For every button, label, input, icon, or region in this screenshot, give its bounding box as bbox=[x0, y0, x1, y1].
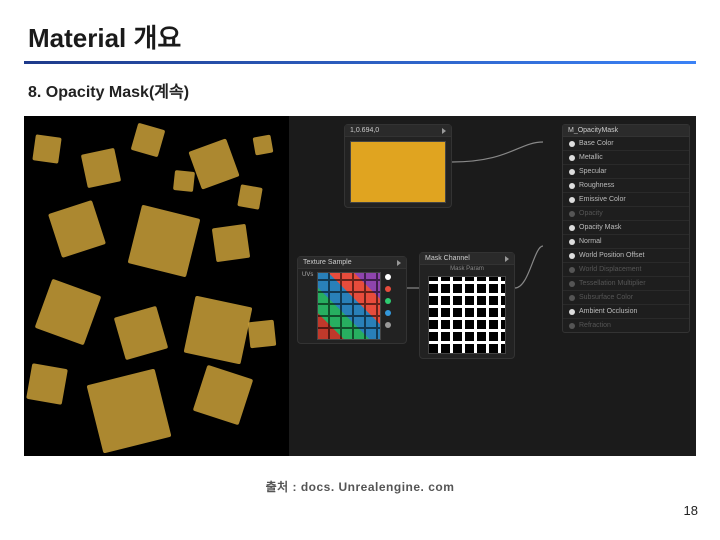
material-input-row[interactable]: Opacity Mask bbox=[563, 221, 689, 235]
item-title: Opacity Mask(계속) bbox=[46, 84, 189, 101]
mask-node-title: Mask Channel bbox=[425, 255, 470, 262]
material-input-row[interactable]: Emissive Color bbox=[563, 193, 689, 207]
preview-cube bbox=[26, 363, 68, 405]
preview-cube bbox=[131, 123, 166, 158]
material-input-row[interactable]: Refraction bbox=[563, 319, 689, 332]
preview-cube bbox=[32, 134, 61, 163]
material-input-row[interactable]: Subsurface Color bbox=[563, 291, 689, 305]
preview-cube bbox=[248, 320, 277, 349]
input-pin[interactable] bbox=[569, 323, 575, 329]
output-pin-g[interactable] bbox=[385, 298, 391, 304]
input-pin[interactable] bbox=[569, 211, 575, 217]
output-pin-r[interactable] bbox=[385, 286, 391, 292]
material-input-row[interactable]: World Displacement bbox=[563, 263, 689, 277]
material-input-label: Subsurface Color bbox=[579, 294, 633, 301]
material-input-label: Base Color bbox=[579, 140, 614, 147]
page-number: 18 bbox=[684, 503, 698, 518]
input-pin[interactable] bbox=[569, 267, 575, 273]
preview-cube bbox=[48, 200, 106, 258]
mask-node-caption: Mask Param bbox=[420, 265, 514, 274]
color-node-label: 1,0.694,0 bbox=[350, 127, 379, 134]
input-pin[interactable] bbox=[569, 141, 575, 147]
preview-cube bbox=[114, 306, 168, 360]
texture-sample-node[interactable]: Texture Sample UVs bbox=[297, 256, 407, 344]
material-input-row[interactable]: Specular bbox=[563, 165, 689, 179]
input-pin[interactable] bbox=[569, 281, 575, 287]
input-pin[interactable] bbox=[569, 253, 575, 259]
title-underline bbox=[24, 61, 696, 64]
source-attribution: 출처 : docs. Unrealengine. com bbox=[0, 478, 720, 495]
material-input-label: Specular bbox=[579, 168, 607, 175]
preview-cube bbox=[212, 224, 250, 262]
preview-cube bbox=[253, 135, 274, 156]
output-pin-a[interactable] bbox=[385, 322, 391, 328]
material-output-node[interactable]: M_OpacityMask Base Color Metallic Specular… bbox=[562, 124, 690, 333]
item-number: 8. bbox=[28, 84, 41, 101]
material-input-row[interactable]: Tessellation Multiplier bbox=[563, 277, 689, 291]
material-input-label: Refraction bbox=[579, 322, 611, 329]
preview-cube bbox=[188, 138, 239, 189]
preview-cube bbox=[237, 184, 262, 209]
node-collapse-icon[interactable] bbox=[397, 260, 401, 266]
material-input-label: Metallic bbox=[579, 154, 603, 161]
material-input-label: Ambient Occlusion bbox=[579, 308, 637, 315]
material-input-row[interactable]: Roughness bbox=[563, 179, 689, 193]
input-pin[interactable] bbox=[569, 155, 575, 161]
material-input-label: World Position Offset bbox=[579, 252, 645, 259]
preview-cube bbox=[193, 365, 253, 425]
content-screenshot: 1,0.694,0 Texture Sample UVs bbox=[24, 116, 696, 456]
slide-title: Material 개요 bbox=[0, 0, 720, 61]
texture-input-uvs[interactable]: UVs bbox=[302, 272, 313, 278]
texture-preview-thumbnail bbox=[317, 272, 381, 340]
material-input-row[interactable]: Metallic bbox=[563, 151, 689, 165]
input-pin[interactable] bbox=[569, 169, 575, 175]
input-pin[interactable] bbox=[569, 239, 575, 245]
constant3vector-node[interactable]: 1,0.694,0 bbox=[344, 124, 452, 208]
input-pin[interactable] bbox=[569, 183, 575, 189]
material-input-label: Opacity bbox=[579, 210, 603, 217]
material-input-label: Roughness bbox=[579, 182, 614, 189]
material-input-label: World Displacement bbox=[579, 266, 642, 273]
material-input-label: Tessellation Multiplier bbox=[579, 280, 646, 287]
preview-cube bbox=[184, 296, 253, 365]
color-swatch bbox=[350, 141, 446, 203]
material-input-row[interactable]: Base Color bbox=[563, 137, 689, 151]
material-input-label: Opacity Mask bbox=[579, 224, 621, 231]
output-pin-b[interactable] bbox=[385, 310, 391, 316]
input-pin[interactable] bbox=[569, 225, 575, 231]
input-pin[interactable] bbox=[569, 197, 575, 203]
material-node-title: M_OpacityMask bbox=[568, 127, 618, 134]
material-input-row[interactable]: World Position Offset bbox=[563, 249, 689, 263]
material-input-row[interactable]: Opacity bbox=[563, 207, 689, 221]
material-input-label: Emissive Color bbox=[579, 196, 626, 203]
mask-channel-node[interactable]: Mask Channel Mask Param bbox=[419, 252, 515, 359]
preview-cube bbox=[35, 279, 102, 346]
texture-output-pins bbox=[385, 272, 391, 340]
mask-preview-thumbnail bbox=[428, 276, 506, 354]
preview-cube bbox=[87, 369, 172, 454]
output-pin-rgb[interactable] bbox=[385, 274, 391, 280]
input-pin[interactable] bbox=[569, 295, 575, 301]
preview-cube bbox=[173, 170, 195, 192]
material-preview-panel bbox=[24, 116, 289, 456]
node-collapse-icon[interactable] bbox=[505, 256, 509, 262]
material-input-row[interactable]: Ambient Occlusion bbox=[563, 305, 689, 319]
texture-node-title: Texture Sample bbox=[303, 259, 352, 266]
preview-cube bbox=[128, 205, 201, 278]
preview-cube bbox=[81, 148, 121, 188]
material-input-label: Normal bbox=[579, 238, 602, 245]
material-graph-panel: 1,0.694,0 Texture Sample UVs bbox=[289, 116, 696, 456]
material-input-row[interactable]: Normal bbox=[563, 235, 689, 249]
input-pin[interactable] bbox=[569, 309, 575, 315]
subtitle: 8. Opacity Mask(계속) bbox=[0, 70, 720, 112]
node-collapse-icon[interactable] bbox=[442, 128, 446, 134]
